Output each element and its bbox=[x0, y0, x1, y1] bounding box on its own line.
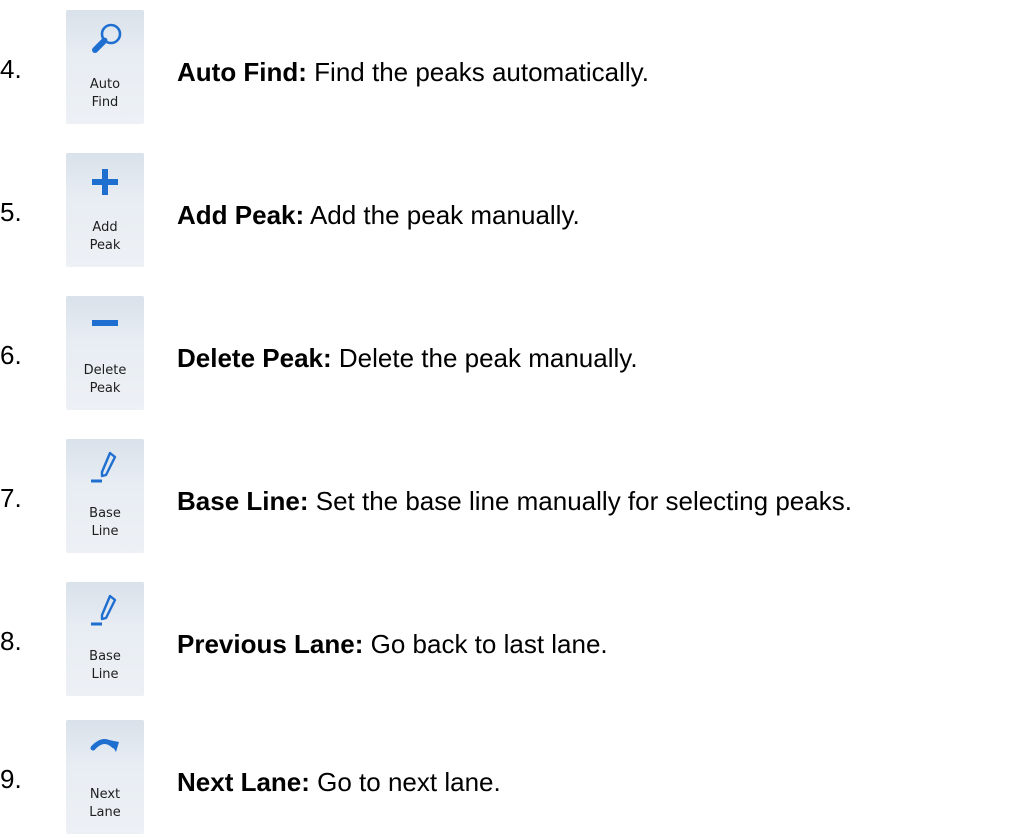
item-number: 8. bbox=[0, 626, 22, 656]
previous-lane-button[interactable]: Base Line bbox=[66, 582, 144, 696]
plus-icon bbox=[92, 169, 118, 195]
item-term: Add Peak: bbox=[177, 200, 305, 230]
item-term: Next Lane: bbox=[177, 767, 310, 797]
curved-arrow-icon bbox=[90, 739, 119, 752]
pen-icon bbox=[91, 594, 117, 626]
next-lane-button[interactable]: Next Lane bbox=[66, 720, 144, 834]
item-description: Next Lane: Go to next lane. bbox=[177, 767, 501, 797]
item-description: Auto Find: Find the peaks automatically. bbox=[177, 57, 649, 87]
magnifier-icon bbox=[92, 23, 122, 53]
base-line-button[interactable]: Base Line bbox=[66, 439, 144, 553]
list-item-next-lane: 9. Next Lane Next Lane: Go to next lane. bbox=[0, 720, 1013, 835]
pen-icon bbox=[91, 451, 117, 483]
tool-label: Add Peak bbox=[89, 220, 121, 253]
item-number: 9. bbox=[0, 764, 22, 794]
list-item-delete-peak: 6. Delete Peak Delete Peak: Delete the p… bbox=[0, 296, 1013, 411]
item-description: Add Peak: Add the peak manually. bbox=[177, 200, 580, 230]
item-number: 7. bbox=[0, 483, 22, 513]
item-term: Previous Lane: bbox=[177, 629, 364, 659]
delete-peak-button[interactable]: Delete Peak bbox=[66, 296, 144, 410]
list-item-add-peak: 5. Add Peak Add Peak: Add the peak manua… bbox=[0, 153, 1013, 268]
list-item-auto-find: 4. Auto Find Auto Find: Find the peaks a… bbox=[0, 10, 1013, 125]
tool-label: Auto Find bbox=[89, 77, 121, 110]
add-peak-button[interactable]: Add Peak bbox=[66, 153, 144, 267]
item-description: Delete Peak: Delete the peak manually. bbox=[177, 343, 638, 373]
item-number: 6. bbox=[0, 340, 22, 370]
item-number: 4. bbox=[0, 54, 22, 84]
item-term: Auto Find: bbox=[177, 57, 307, 87]
tool-label: Next Lane bbox=[89, 787, 121, 820]
tool-label: Base Line bbox=[89, 649, 121, 682]
tool-label: Delete Peak bbox=[83, 363, 127, 396]
tool-label: Base Line bbox=[89, 506, 121, 539]
list-item-previous-lane: 8. Base Line Previous Lane: Go back to l… bbox=[0, 582, 1013, 697]
list-item-base-line: 7. Base Line Base Line: Set the base lin… bbox=[0, 439, 1013, 554]
item-description: Previous Lane: Go back to last lane. bbox=[177, 629, 608, 659]
minus-icon bbox=[92, 320, 118, 326]
item-number: 5. bbox=[0, 197, 22, 227]
item-term: Delete Peak: bbox=[177, 343, 332, 373]
auto-find-button[interactable]: Auto Find bbox=[66, 10, 144, 124]
item-description: Base Line: Set the base line manually fo… bbox=[177, 486, 852, 516]
item-term: Base Line: bbox=[177, 486, 309, 516]
